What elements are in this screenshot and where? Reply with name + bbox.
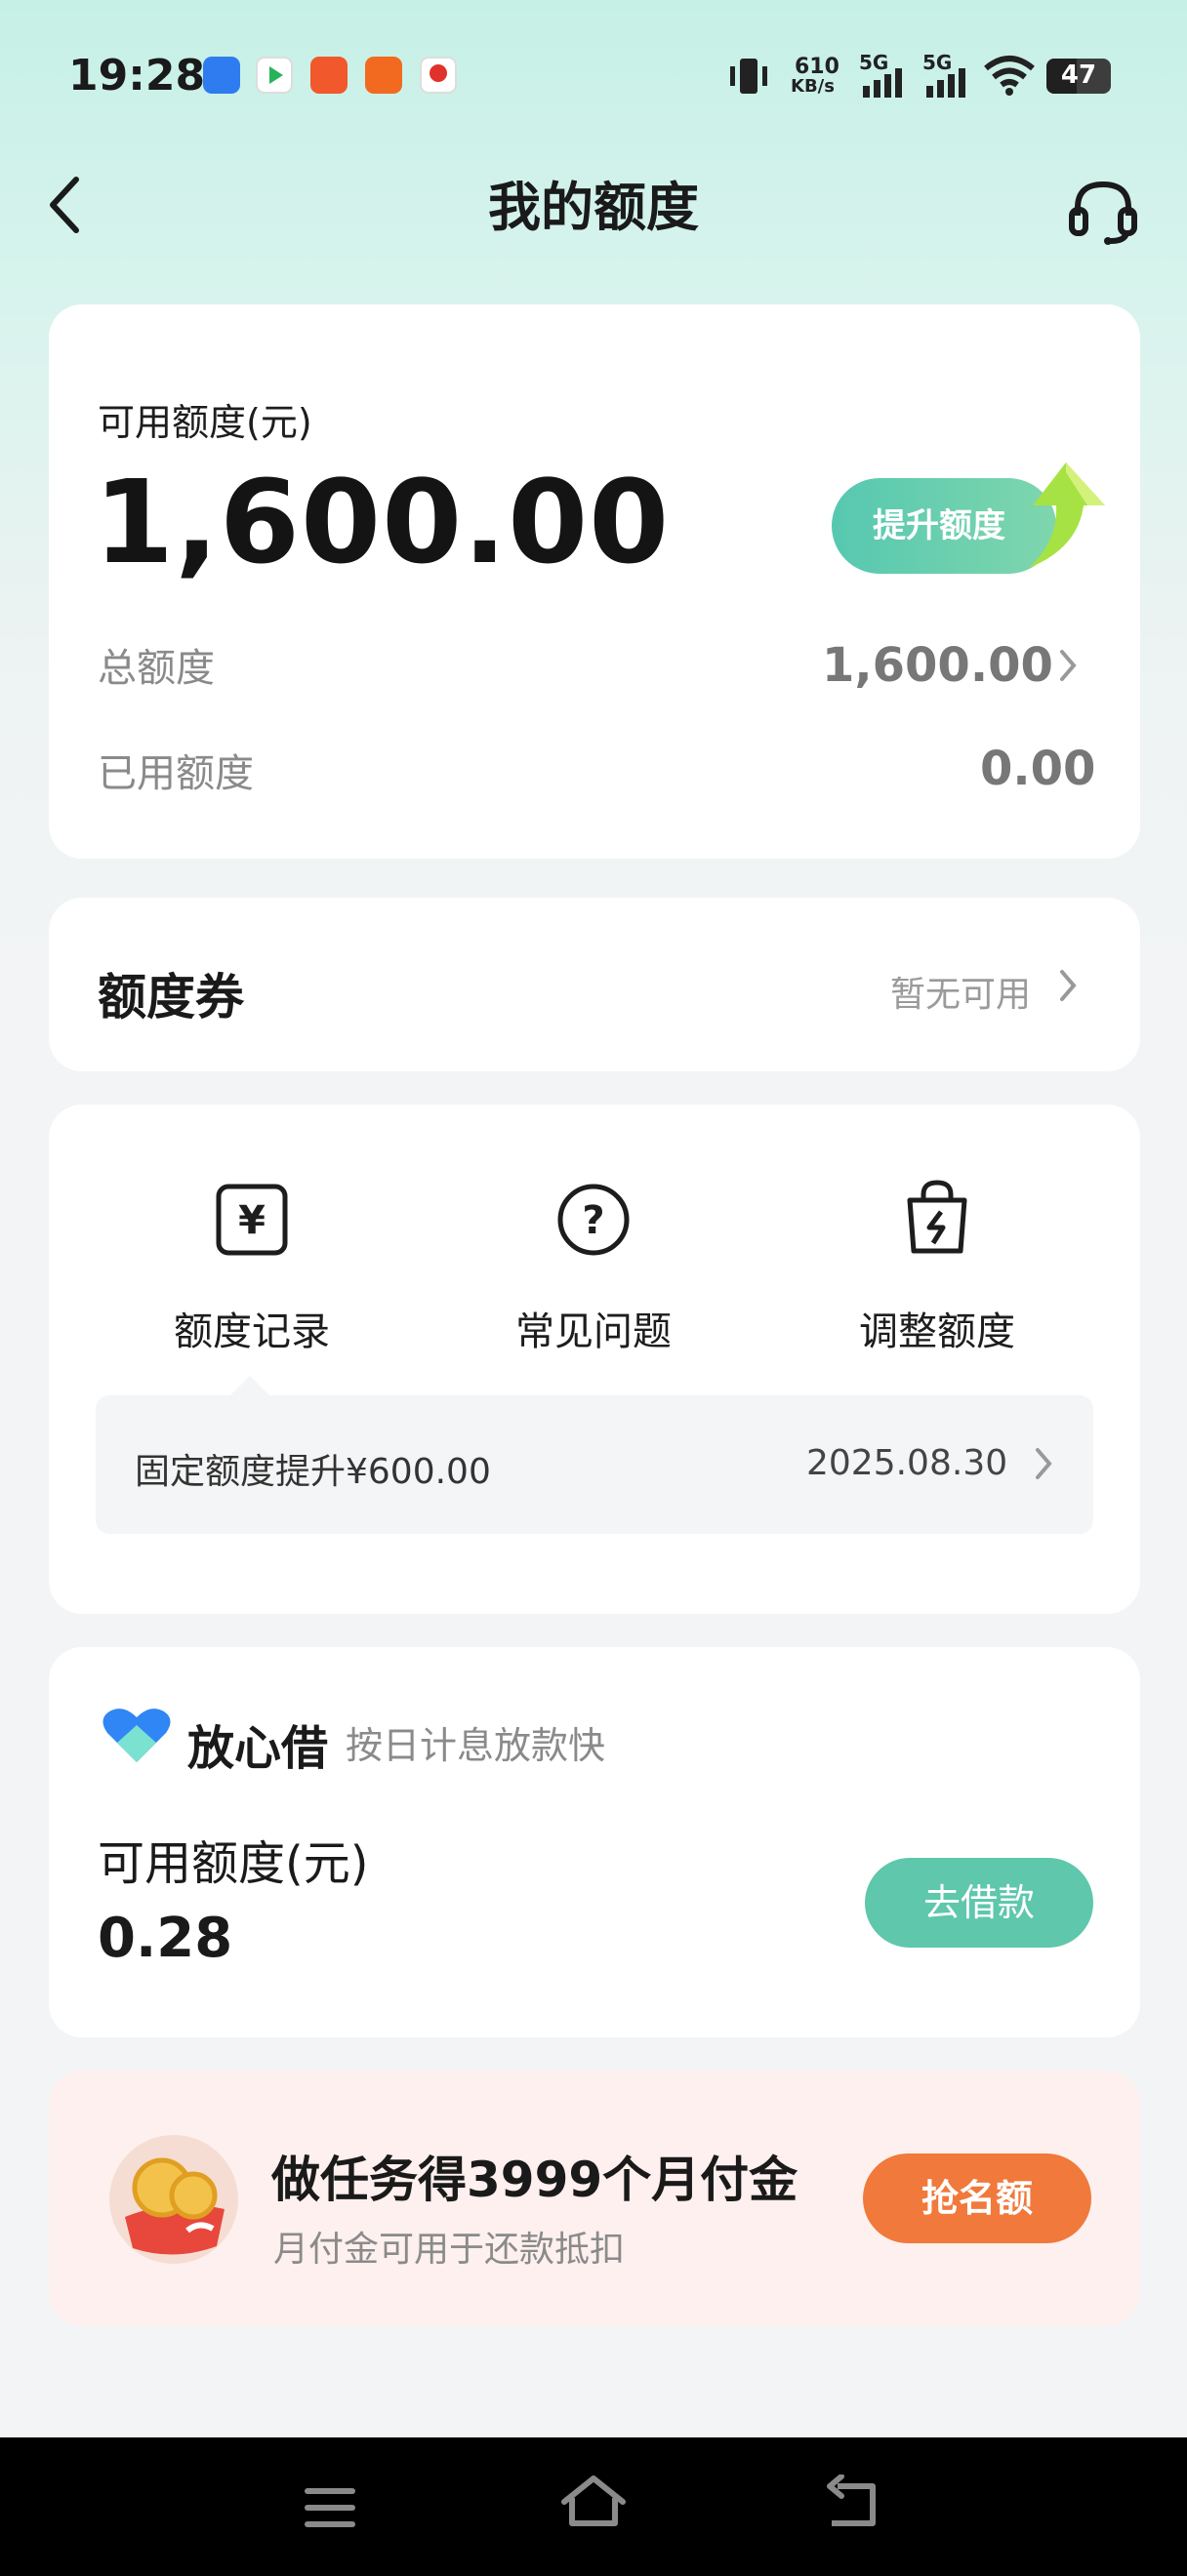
chevron-right-icon[interactable]	[1056, 966, 1080, 1009]
taobao-app-icon	[365, 57, 402, 94]
vibrate-icon	[724, 55, 773, 101]
menu-icon[interactable]	[299, 2480, 361, 2539]
available-quota-amount: 1,600.00	[94, 455, 671, 589]
yen-note-icon[interactable]: ¥	[213, 1181, 291, 1259]
raise-quota-label: 提升额度	[873, 506, 1005, 545]
borrow-button-label: 去借款	[922, 1881, 1035, 1924]
shortcut-label-quota-records[interactable]: 额度记录	[105, 1300, 398, 1356]
video-app-icon	[256, 57, 293, 94]
wifi-icon	[982, 55, 1037, 100]
loan-brand: 放心借	[187, 1721, 329, 1776]
promo-subtitle: 月付金可用于还款抵扣	[273, 2230, 626, 2270]
up-arrow-icon	[1009, 459, 1109, 578]
home-icon[interactable]	[558, 2473, 629, 2539]
back-nav-icon[interactable]	[822, 2474, 884, 2537]
promo-title: 做任务得3999个月付金	[271, 2152, 798, 2208]
grab-slot-label: 抢名额	[921, 2177, 1033, 2220]
chevron-right-icon[interactable]	[1056, 646, 1080, 689]
headset-icon	[1069, 181, 1137, 245]
borrow-button[interactable]: 去借款	[865, 1858, 1093, 1948]
lightning-bag-icon[interactable]	[898, 1177, 976, 1255]
question-circle-icon[interactable]: ?	[554, 1181, 633, 1259]
used-quota-label: 已用额度	[98, 751, 254, 796]
coupon-status: 暂无可用	[890, 975, 1032, 1015]
status-time: 19:28	[68, 51, 206, 101]
question-glyph: ?	[582, 1198, 604, 1243]
chevron-right-icon[interactable]	[1033, 1444, 1054, 1487]
signal-bars-icon	[922, 68, 971, 101]
signal-bars-icon	[859, 68, 908, 101]
customer-service-button[interactable]	[1064, 171, 1142, 249]
map-app-icon	[420, 57, 457, 94]
yen-glyph: ¥	[238, 1198, 266, 1243]
notice-text: 固定额度提升¥600.00	[135, 1452, 491, 1492]
shopping-app-icon	[310, 57, 348, 94]
loan-available-label: 可用额度(元)	[98, 1836, 369, 1891]
shortcut-label-faq[interactable]: 常见问题	[447, 1300, 740, 1356]
net-speed-unit: KB/s	[791, 76, 835, 97]
battery-level: 47	[1060, 60, 1097, 90]
grab-slot-button[interactable]: 抢名额	[863, 2153, 1091, 2243]
heart-logo-icon	[100, 1704, 174, 1770]
used-quota-value: 0.00	[980, 742, 1096, 796]
notification-app-icon	[203, 57, 240, 94]
page-title: 我的额度	[488, 177, 699, 238]
battery-icon: 47	[1046, 59, 1111, 94]
loan-slogan: 按日计息放款快	[346, 1724, 606, 1767]
shortcut-label-adjust-quota[interactable]: 调整额度	[791, 1300, 1084, 1356]
notice-pointer	[230, 1376, 269, 1395]
gold-coin-gift-icon	[107, 2133, 240, 2270]
total-quota-value[interactable]: 1,600.00	[822, 638, 1053, 693]
loan-available-amount: 0.28	[98, 1907, 233, 1970]
coupon-title: 额度券	[98, 969, 244, 1026]
total-quota-label: 总额度	[98, 646, 215, 691]
notice-date: 2025.08.30	[806, 1443, 1008, 1483]
available-quota-label: 可用额度(元)	[98, 401, 312, 444]
